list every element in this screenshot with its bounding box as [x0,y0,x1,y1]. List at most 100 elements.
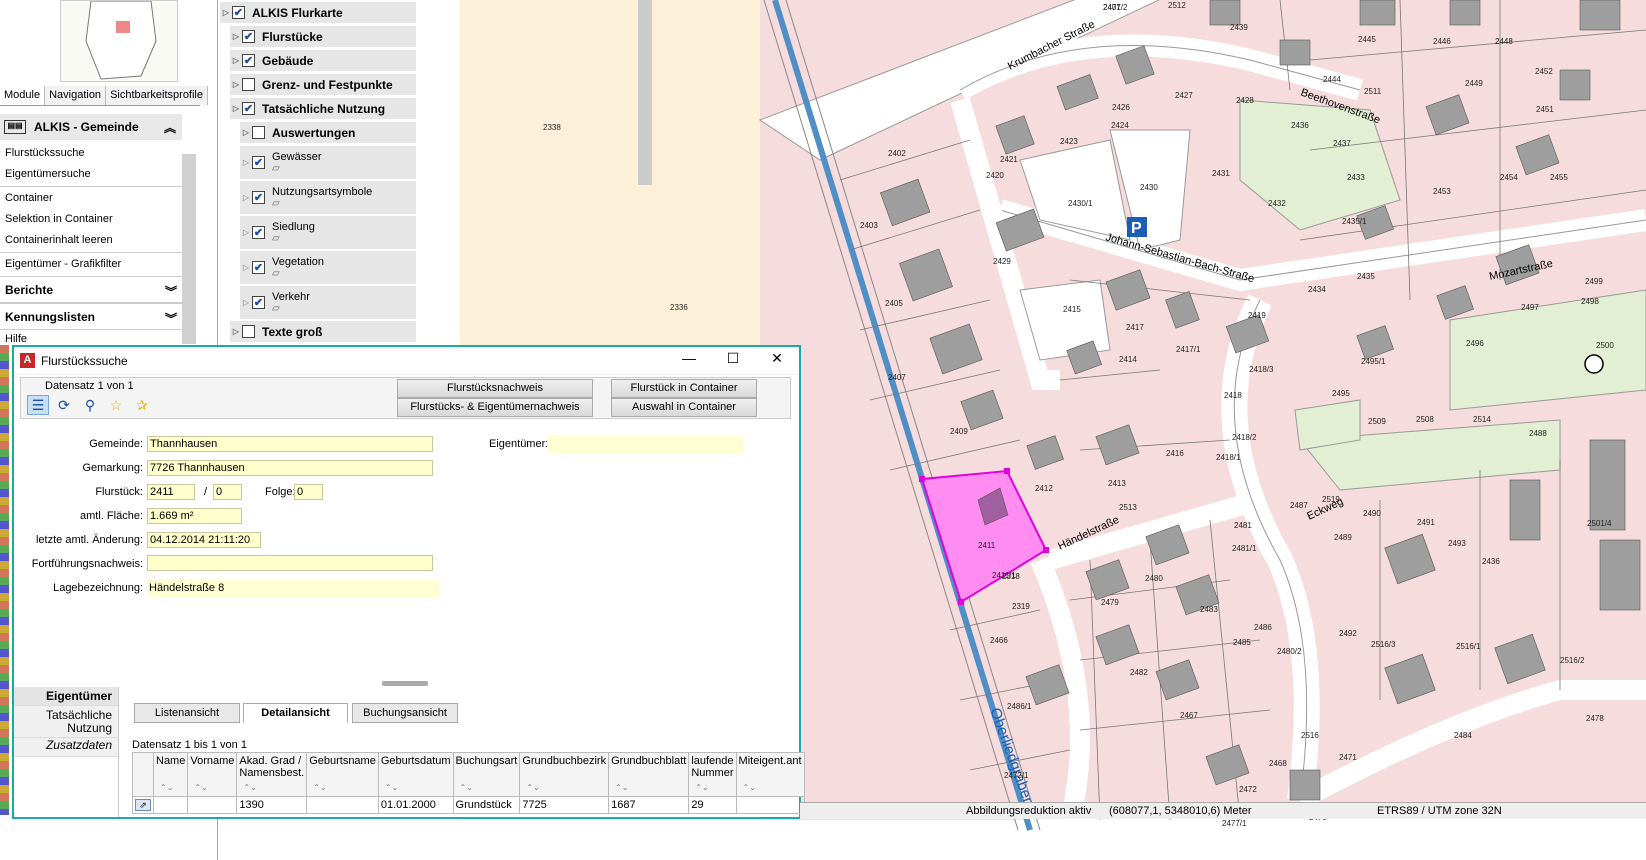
module-header[interactable]: ▤▤ ALKIS - Gemeinde ︽ [0,114,182,140]
chevron-up-icon[interactable]: ︽ [164,119,176,136]
layer-11[interactable]: ▷ Texte groß [230,321,416,343]
column-header[interactable]: Akad. Grad / Namensbest. ⌃⌄ [236,752,308,797]
tab-module[interactable]: Module [0,86,46,105]
expand-icon[interactable]: ▷ [230,32,242,41]
refresh-icon[interactable]: ⟳ [53,395,75,415]
layer-checkbox[interactable]: ✔ [252,156,265,169]
layer-checkbox[interactable]: ✔ [242,30,255,43]
sort-icon[interactable]: ⌃⌄ [313,783,326,792]
sort-icon[interactable]: ⌃⌄ [160,783,173,792]
layer-checkbox[interactable]: ✔ [242,54,255,67]
column-header[interactable]: Geburtsdatum ⌃⌄ [377,752,454,797]
pane-splitter[interactable] [382,681,428,686]
left-scrollbar[interactable] [182,154,196,344]
sort-icon[interactable]: ⌃⌄ [385,783,398,792]
sort-icon[interactable]: ⌃⌄ [194,783,207,792]
eigentuemer-field[interactable] [547,435,743,454]
layer-checkbox[interactable]: ✔ [252,296,265,309]
sort-icon[interactable]: ⌃⌄ [695,783,708,792]
column-header[interactable]: laufende Nummer ⌃⌄ [688,752,737,797]
layer-checkbox[interactable] [252,126,265,139]
layer-0[interactable]: ▷ ✔ ALKIS Flurkarte [220,2,416,24]
menu-item-grafikfilter[interactable]: Eigentümer - Grafikfilter [0,255,182,276]
layer-8[interactable]: ▷ ✔ Siedlung ▱ [240,216,416,250]
expand-icon[interactable]: ▷ [240,128,252,137]
eigentuemernachweis-button[interactable]: Flurstücks- & Eigentümernachweis [397,398,593,417]
double-star-icon[interactable]: ✰ [131,395,153,415]
expand-icon[interactable]: ▷ [240,193,252,202]
column-header[interactable]: Vorname ⌃⌄ [187,752,238,797]
expand-icon[interactable]: ▷ [230,56,242,65]
lage-field[interactable]: Händelstraße 8 [147,579,439,598]
expand-icon[interactable]: ▷ [240,298,252,307]
auswahl-in-container-button[interactable]: Auswahl in Container [611,398,757,417]
tab-buchungsansicht[interactable]: Buchungsansicht [352,703,458,723]
layer-7[interactable]: ▷ ✔ Nutzungsartsymbole ▱ [240,181,416,215]
sort-icon[interactable]: ⌃⌄ [615,783,628,792]
expand-icon[interactable]: ▷ [230,104,242,113]
layer-checkbox[interactable]: ✔ [252,191,265,204]
sort-icon[interactable]: ⌃⌄ [526,783,539,792]
expand-icon[interactable]: ▷ [220,8,232,17]
maximize-icon[interactable]: ☐ [722,350,744,367]
folge-field[interactable]: 0 [294,484,323,500]
expand-icon[interactable]: ▷ [240,228,252,237]
layer-1[interactable]: ▷ ✔ Flurstücke [230,26,416,48]
expand-icon[interactable]: ▷ [240,158,252,167]
menu-item-selektion[interactable]: Selektion in Container [0,210,182,231]
list-icon[interactable]: ☰ [27,395,49,415]
fortfuehrung-field[interactable] [147,555,433,571]
sort-icon[interactable]: ⌃⌄ [460,783,473,792]
menu-item-container-leeren[interactable]: Containerinhalt leeren [0,231,182,252]
nav-zusatzdaten[interactable]: Zusatzdaten [14,738,118,757]
close-icon[interactable]: ✕ [766,350,788,367]
section-kennungslisten[interactable]: Kennungslisten ︾ [0,303,182,330]
flurstueck-in-container-button[interactable]: Flurstück in Container [611,379,757,398]
column-header[interactable]: Grundbuchbezirk ⌃⌄ [519,752,610,797]
menu-item-flurstueckssuche[interactable]: Flurstückssuche [0,144,182,165]
flurstueck-zaehler-field[interactable]: 2411 [147,484,195,500]
menu-item-eigentuemersuche[interactable]: Eigentümersuche [0,165,182,186]
layer-6[interactable]: ▷ ✔ Gewässer ▱ [240,146,416,180]
column-header[interactable]: Name ⌃⌄ [152,752,189,797]
expand-icon[interactable]: ▷ [240,263,252,272]
flurstuecksnachweis-button[interactable]: Flurstücksnachweis [397,379,593,398]
expand-icon[interactable]: ▷ [230,327,242,336]
nav-eigentuemer[interactable]: Eigentümer [14,687,118,706]
row-action-cell[interactable]: ⇗ [132,796,154,814]
column-header[interactable] [132,752,154,797]
aenderung-field[interactable]: 04.12.2014 21:11:20 [147,532,261,548]
layer-checkbox[interactable]: ✔ [252,226,265,239]
layer-checkbox[interactable] [242,78,255,91]
layer-3[interactable]: ▷ Grenz- und Festpunkte [230,74,416,96]
search-icon[interactable]: ⚲ [79,395,101,415]
table-row[interactable]: ⇗ 1390 01.01.2000 Grundstück 7725 1687 29 [132,796,805,814]
open-detail-icon[interactable]: ⇗ [135,799,151,811]
overview-map[interactable] [60,0,178,82]
layer-10[interactable]: ▷ ✔ Verkehr ▱ [240,286,416,320]
layer-checkbox[interactable]: ✔ [242,102,255,115]
nav-tatsaechliche-nutzung[interactable]: Tatsächliche Nutzung [14,706,118,738]
flaeche-field[interactable]: 1.669 m² [147,508,242,524]
column-header[interactable]: Miteigent.ant ⌃⌄ [735,752,805,797]
sort-icon[interactable]: ⌃⌄ [243,783,256,792]
column-header[interactable]: Grundbuchblatt ⌃⌄ [608,752,690,797]
layer-5[interactable]: ▷ Auswertungen [240,122,416,144]
layer-checkbox[interactable]: ✔ [232,6,245,19]
layer-9[interactable]: ▷ ✔ Vegetation ▱ [240,251,416,285]
column-header[interactable]: Geburtsname ⌃⌄ [306,752,379,797]
flurstueck-nenner-field[interactable]: 0 [213,484,242,500]
layer-checkbox[interactable] [242,325,255,338]
column-header[interactable]: Buchungsart ⌃⌄ [452,752,521,797]
menu-item-container[interactable]: Container [0,189,182,210]
tab-navigation[interactable]: Navigation [45,86,107,105]
sort-icon[interactable]: ⌃⌄ [743,783,756,792]
gemarkung-field[interactable]: 7726 Thannhausen [147,460,433,476]
minimize-icon[interactable]: — [678,350,700,366]
tab-detailansicht[interactable]: Detailansicht [243,703,348,723]
layer-checkbox[interactable]: ✔ [252,261,265,274]
layer-4[interactable]: ▷ ✔ Tatsächliche Nutzung [230,98,416,120]
layer-2[interactable]: ▷ ✔ Gebäude [230,50,416,72]
gemeinde-field[interactable]: Thannhausen [147,436,433,452]
expand-icon[interactable]: ▷ [230,80,242,89]
